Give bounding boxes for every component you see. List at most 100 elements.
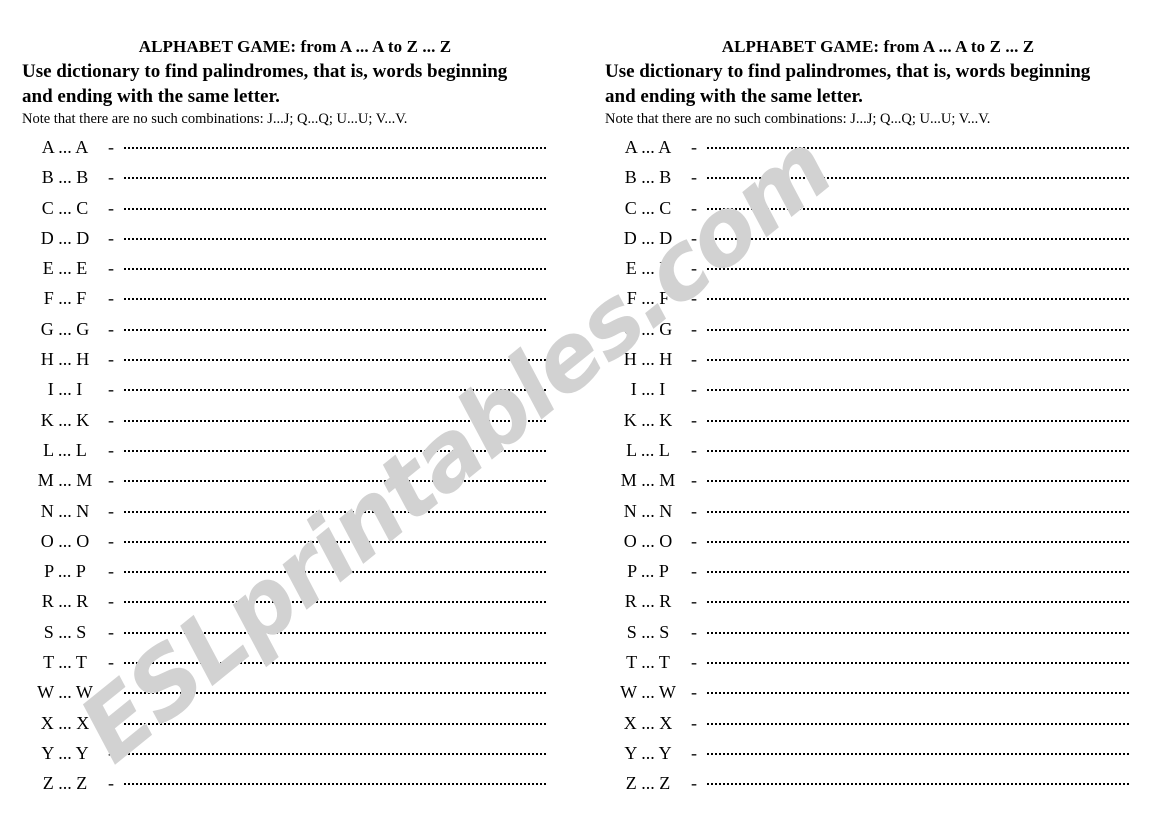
table-row: F ... F - [605, 284, 1129, 314]
row-dash: - [691, 742, 697, 763]
row-dash: - [691, 561, 697, 582]
row-dash: - [108, 137, 114, 157]
row-dash: - [108, 591, 114, 612]
letter-pair-label: I ... I [630, 379, 666, 400]
table-row: W ... W - [22, 678, 546, 708]
answer-blank[interactable] [707, 648, 1129, 668]
answer-blank[interactable] [707, 587, 1129, 607]
letter-pair-label: Z ... Z [42, 773, 88, 794]
table-row: S ... S - [605, 618, 1129, 648]
answer-blank[interactable] [124, 224, 546, 244]
answer-blank[interactable] [124, 133, 546, 153]
table-row: E ... E - [605, 254, 1129, 284]
answer-blank[interactable] [707, 466, 1129, 486]
instructions-tail: , that is, words beginning [303, 61, 508, 82]
letter-pair-label: Y ... Y [624, 742, 672, 763]
table-row: N ... N - [605, 497, 1129, 527]
answer-blank[interactable] [707, 436, 1129, 456]
worksheet-column-left: ALPHABET GAME: from A ... A to Z ... Z U… [22, 0, 566, 821]
table-row: N ... N - [22, 497, 546, 527]
row-dash: - [108, 500, 114, 521]
letter-pair-label: P ... P [44, 561, 86, 582]
answer-blank[interactable] [124, 345, 546, 365]
answer-rows-left: A ... A - B ... B - C ... C - D ... D - … [22, 133, 546, 800]
row-dash: - [108, 439, 114, 460]
answer-blank[interactable] [124, 678, 546, 698]
instructions-keyword: palindromes [202, 61, 304, 82]
letter-pair-label: O ... O [623, 530, 673, 551]
answer-blank[interactable] [124, 466, 546, 486]
answer-blank[interactable] [707, 678, 1129, 698]
row-dash: - [108, 712, 114, 733]
answer-blank[interactable] [707, 739, 1129, 759]
answer-blank[interactable] [707, 224, 1129, 244]
row-dash: - [691, 258, 697, 279]
row-dash: - [691, 167, 697, 188]
table-row: A ... A - [22, 133, 546, 163]
answer-blank[interactable] [124, 375, 546, 395]
answer-blank[interactable] [707, 497, 1129, 517]
answer-blank[interactable] [124, 557, 546, 577]
letter-pair-label: F ... F [626, 288, 670, 309]
letter-pair-label: O ... O [40, 530, 90, 551]
answer-blank[interactable] [124, 194, 546, 214]
letter-pair-label: L ... L [43, 439, 87, 460]
table-row: X ... X - [605, 709, 1129, 739]
answer-blank[interactable] [124, 769, 546, 789]
answer-blank[interactable] [124, 587, 546, 607]
answer-blank[interactable] [124, 315, 546, 335]
answer-blank[interactable] [707, 345, 1129, 365]
row-dash: - [691, 409, 697, 430]
answer-blank[interactable] [707, 527, 1129, 547]
answer-blank[interactable] [124, 739, 546, 759]
answer-blank[interactable] [124, 436, 546, 456]
answer-blank[interactable] [707, 194, 1129, 214]
letter-pair-label: M ... M [620, 470, 676, 491]
answer-blank[interactable] [124, 406, 546, 426]
answer-blank[interactable] [124, 709, 546, 729]
instructions-lead: Use dictionary to find [605, 61, 786, 82]
table-row: M ... M - [605, 466, 1129, 496]
answer-blank[interactable] [707, 315, 1129, 335]
answer-blank[interactable] [124, 527, 546, 547]
answer-blank[interactable] [707, 375, 1129, 395]
answer-blank[interactable] [124, 284, 546, 304]
letter-pair-label: X ... X [623, 712, 673, 733]
table-row: T ... T - [22, 648, 546, 678]
answer-blank[interactable] [707, 284, 1129, 304]
answer-blank[interactable] [707, 709, 1129, 729]
table-row: L ... L - [22, 436, 546, 466]
answer-blank[interactable] [707, 163, 1129, 183]
answer-blank[interactable] [707, 133, 1129, 153]
answer-blank[interactable] [707, 254, 1129, 274]
answer-blank[interactable] [124, 497, 546, 517]
answer-blank[interactable] [707, 557, 1129, 577]
row-dash: - [108, 258, 114, 279]
row-dash: - [691, 227, 697, 248]
answer-blank[interactable] [707, 406, 1129, 426]
answer-blank[interactable] [124, 163, 546, 183]
row-dash: - [108, 318, 114, 339]
answer-blank[interactable] [124, 618, 546, 638]
row-dash: - [108, 652, 114, 673]
answer-blank[interactable] [707, 769, 1129, 789]
letter-pair-label: K ... K [623, 409, 673, 430]
table-row: B ... B - [22, 163, 546, 193]
row-dash: - [691, 137, 697, 157]
row-dash: - [108, 561, 114, 582]
letter-pair-label: R ... R [41, 591, 89, 612]
table-row: Z ... Z - [605, 769, 1129, 799]
letter-pair-label: B ... B [41, 167, 89, 188]
row-dash: - [691, 318, 697, 339]
answer-blank[interactable] [707, 618, 1129, 638]
row-dash: - [691, 712, 697, 733]
instructions-tail: , that is, words beginning [886, 61, 1091, 82]
answer-blank[interactable] [124, 648, 546, 668]
letter-pair-label: I ... I [47, 379, 83, 400]
table-row: P ... P - [605, 557, 1129, 587]
answer-blank[interactable] [124, 254, 546, 274]
table-row: Z ... Z - [22, 769, 546, 799]
letter-pair-label: N ... N [623, 500, 673, 521]
instructions-text: Use dictionary to find palindromes, that… [22, 59, 546, 109]
row-dash: - [691, 197, 697, 218]
